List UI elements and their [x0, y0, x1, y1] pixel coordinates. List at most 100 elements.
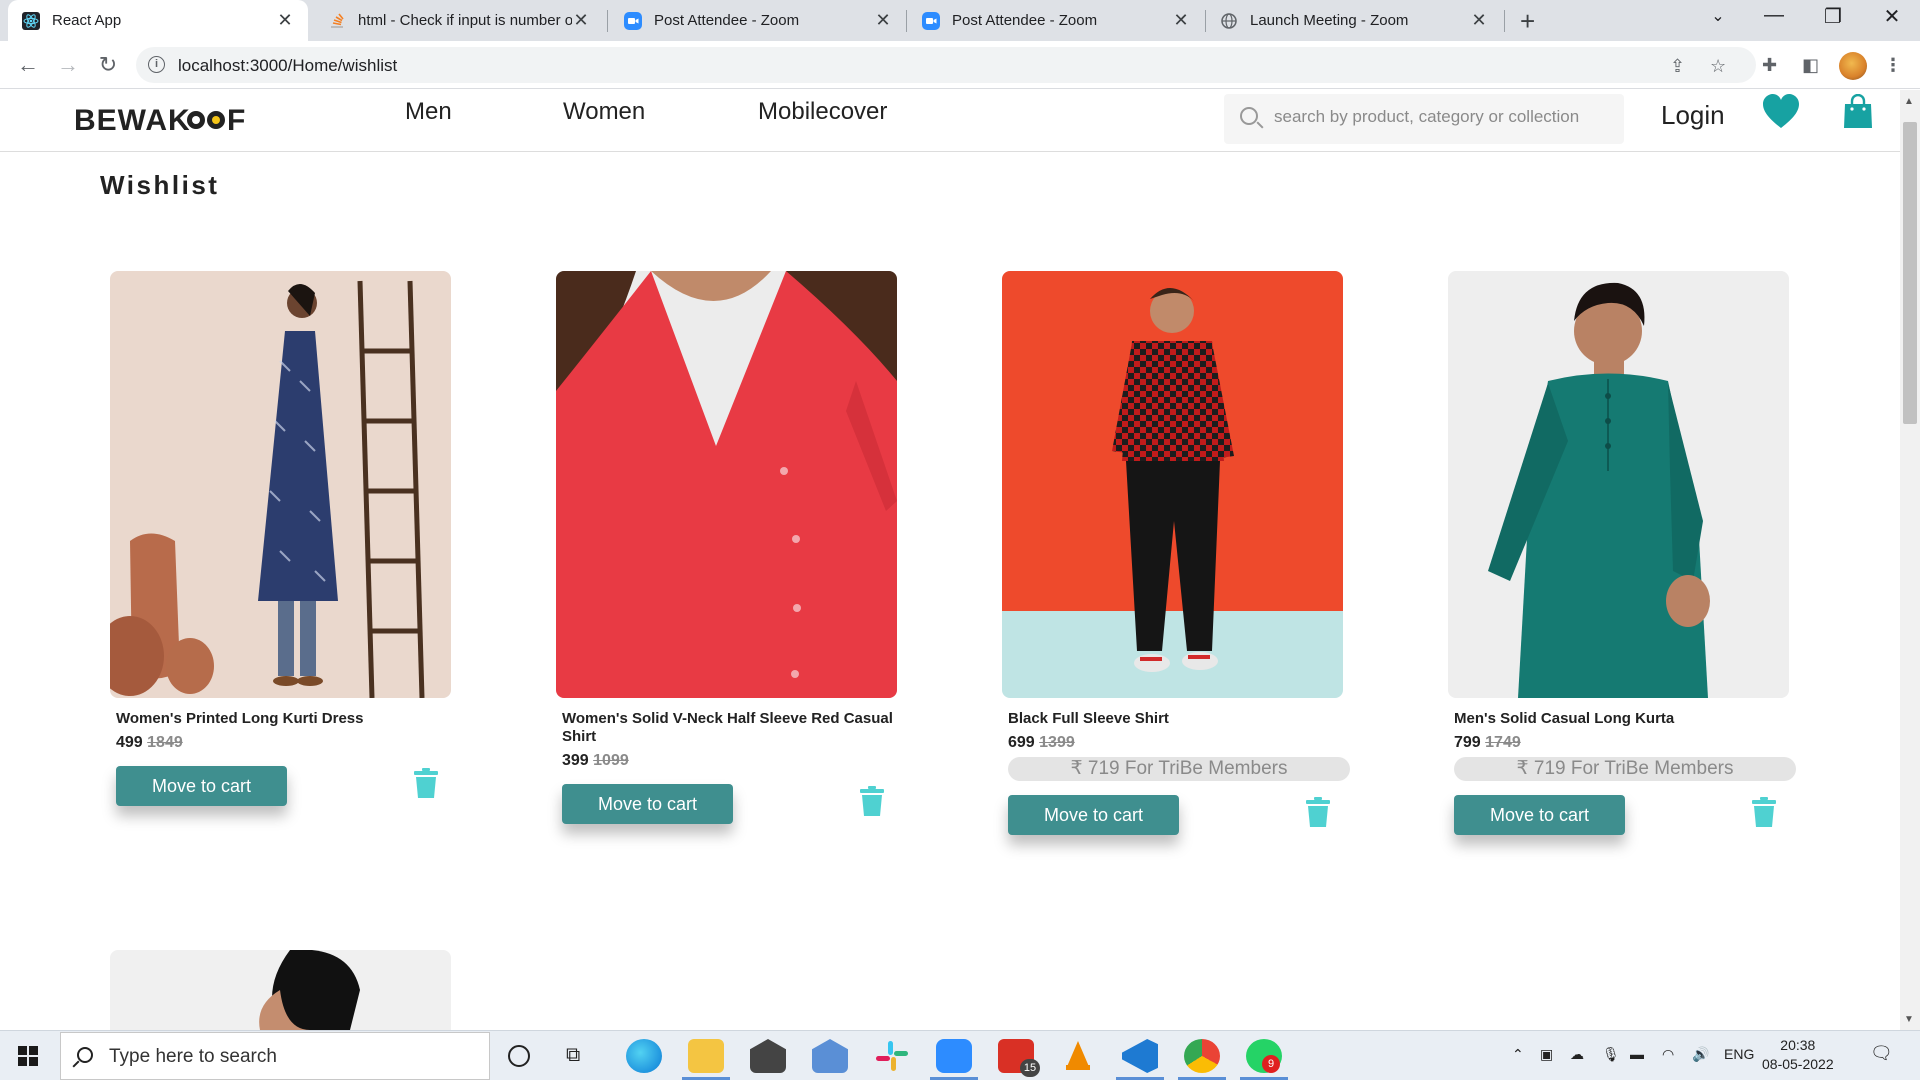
trash-icon[interactable]	[859, 786, 885, 816]
scrollbar-thumb[interactable]	[1903, 122, 1917, 424]
move-to-cart-button[interactable]: Move to cart	[1454, 795, 1625, 835]
tab-title: html - Check if input is number o	[358, 12, 572, 29]
notification-center-icon[interactable]: 🗨	[1870, 1043, 1893, 1064]
tab-react-app[interactable]: React App ✕	[8, 0, 308, 41]
search-input[interactable]	[1274, 107, 1604, 127]
close-icon[interactable]: ✕	[874, 10, 892, 31]
tab-title: Post Attendee - Zoom	[952, 12, 1098, 29]
sale-price: 799	[1454, 734, 1481, 751]
scroll-down-icon[interactable]: ▼	[1904, 1014, 1914, 1025]
microphone-icon[interactable]: 🎙	[1602, 1046, 1620, 1063]
system-clock[interactable]: 20:38 08-05-2022	[1762, 1036, 1834, 1074]
notification-badge: 15	[1020, 1059, 1040, 1077]
close-icon[interactable]: ✕	[572, 10, 590, 31]
chevron-up-icon[interactable]: ⌃	[1512, 1046, 1524, 1063]
file-explorer-icon[interactable]	[688, 1039, 724, 1073]
product-name[interactable]: Women's Printed Long Kurti Dress	[110, 710, 455, 728]
tab-separator	[607, 10, 608, 32]
close-icon[interactable]: ✕	[1172, 10, 1190, 31]
edge-icon[interactable]	[626, 1039, 662, 1073]
shopping-bag-icon[interactable]	[1843, 94, 1873, 130]
sale-price: 499	[116, 734, 143, 751]
search-icon	[1240, 107, 1258, 125]
task-view-icon[interactable]: ⧉	[566, 1044, 580, 1067]
move-to-cart-button[interactable]: Move to cart	[116, 766, 287, 806]
battery-icon[interactable]: ▬	[1630, 1046, 1644, 1062]
chrome-icon[interactable]	[1184, 1039, 1220, 1073]
tab-separator	[1504, 10, 1505, 32]
tab-stackoverflow[interactable]: html - Check if input is number o ✕	[314, 0, 604, 41]
site-search[interactable]	[1224, 94, 1624, 144]
product-price: 499 1849	[110, 734, 455, 752]
share-icon[interactable]: ⇪	[1670, 56, 1685, 77]
star-icon[interactable]: ☆	[1710, 56, 1726, 77]
nav-men[interactable]: Men	[405, 98, 452, 126]
wifi-icon[interactable]: ◠	[1662, 1046, 1674, 1063]
profile-avatar[interactable]	[1839, 52, 1867, 80]
svg-text:F: F	[227, 104, 246, 136]
site-header: BEWAK F Men Women Mobilecover Login	[0, 90, 1900, 152]
menu-dots-icon[interactable]: ⋮	[1884, 55, 1902, 76]
tab-search-chevron-icon[interactable]: ⌄	[1698, 6, 1738, 26]
vscode-icon[interactable]	[1122, 1039, 1158, 1073]
browser-tab-strip: React App ✕ html - Check if input is num…	[0, 0, 1920, 41]
wishlist-card: Women's Printed Long Kurti Dress 499 184…	[110, 271, 455, 830]
windows-start-icon[interactable]	[18, 1046, 38, 1066]
vlc-icon[interactable]	[1060, 1039, 1096, 1073]
minimize-icon[interactable]: —	[1754, 4, 1794, 27]
restore-icon[interactable]: ❐	[1813, 4, 1853, 29]
brand-logo[interactable]: BEWAK F	[74, 102, 260, 143]
meet-now-icon[interactable]: ▣	[1540, 1046, 1553, 1063]
man-teal-kurta-photo[interactable]	[1448, 271, 1789, 698]
nav-women[interactable]: Women	[563, 98, 645, 126]
trash-icon[interactable]	[1305, 797, 1331, 827]
wishlist-card-partial-photo[interactable]	[110, 950, 451, 1030]
onedrive-icon[interactable]: ☁	[1570, 1046, 1584, 1063]
reload-icon[interactable]: ↻	[94, 51, 122, 79]
scroll-up-icon[interactable]: ▲	[1904, 96, 1914, 107]
product-name[interactable]: Men's Solid Casual Long Kurta	[1448, 710, 1793, 728]
red-vneck-shirt-photo[interactable]	[556, 271, 897, 698]
product-name[interactable]: Women's Solid V-Neck Half Sleeve Red Cas…	[556, 710, 901, 746]
globe-icon	[1220, 12, 1238, 30]
extensions-icon[interactable]: ✚	[1762, 55, 1777, 76]
url-text[interactable]: localhost:3000/Home/wishlist	[178, 56, 397, 76]
man-checked-shirt-photo[interactable]	[1002, 271, 1343, 698]
window-close-icon[interactable]: ✕	[1872, 4, 1912, 29]
wishlist-heart-icon[interactable]	[1762, 94, 1800, 130]
tab-zoom-2[interactable]: Post Attendee - Zoom ✕	[908, 0, 1204, 41]
close-icon[interactable]: ✕	[1470, 10, 1488, 31]
language-indicator[interactable]: ENG	[1724, 1046, 1754, 1062]
sidepanel-icon[interactable]: ◧	[1802, 55, 1819, 76]
mail-app-icon[interactable]	[750, 1039, 786, 1073]
slack-icon[interactable]	[874, 1039, 910, 1073]
address-bar[interactable]: i localhost:3000/Home/wishlist ⇪ ☆	[136, 47, 1756, 83]
zoom-icon[interactable]	[936, 1039, 972, 1073]
trash-icon[interactable]	[1751, 797, 1777, 827]
volume-icon[interactable]: 🔊	[1692, 1046, 1709, 1063]
product-name[interactable]: Black Full Sleeve Shirt	[1002, 710, 1347, 728]
login-link[interactable]: Login	[1661, 100, 1725, 131]
notification-badge: 9	[1262, 1055, 1280, 1073]
wishlist-card: Women's Solid V-Neck Half Sleeve Red Cas…	[556, 271, 901, 848]
clock-time: 20:38	[1780, 1037, 1816, 1053]
trash-icon[interactable]	[413, 768, 439, 798]
site-info-icon[interactable]: i	[148, 56, 165, 73]
new-tab-button[interactable]: +	[1520, 6, 1535, 37]
nav-mobilecover[interactable]: Mobilecover	[758, 98, 887, 126]
cortana-icon[interactable]	[508, 1045, 530, 1067]
page-title: Wishlist	[100, 170, 220, 200]
move-to-cart-button[interactable]: Move to cart	[1008, 795, 1179, 835]
clock-date: 08-05-2022	[1762, 1056, 1834, 1072]
taskbar-search-box[interactable]: Type here to search	[60, 1032, 490, 1080]
move-to-cart-button[interactable]: Move to cart	[562, 784, 733, 824]
windows-taskbar: Type here to search ⧉ 15 9 ⌃ ▣ ☁ 🎙 ▬ ◠ 🔊…	[0, 1030, 1920, 1080]
outlook-icon[interactable]	[812, 1039, 848, 1073]
back-arrow-icon[interactable]: ←	[14, 51, 42, 79]
close-icon[interactable]: ✕	[276, 10, 294, 31]
original-price: 1749	[1485, 734, 1521, 751]
tab-zoom-1[interactable]: Post Attendee - Zoom ✕	[610, 0, 906, 41]
tab-launch-meeting[interactable]: Launch Meeting - Zoom ✕	[1206, 0, 1502, 41]
forward-arrow-icon[interactable]: →	[54, 51, 82, 79]
woman-blue-kurti-photo[interactable]	[110, 271, 451, 698]
